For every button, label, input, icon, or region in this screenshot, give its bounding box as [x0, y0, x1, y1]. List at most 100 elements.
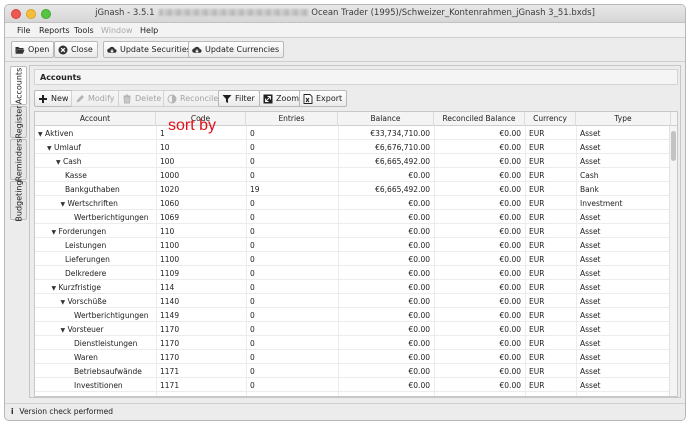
- cell-type: Bank: [580, 184, 599, 194]
- menu-file[interactable]: File: [17, 26, 30, 35]
- scrollbar-thumb[interactable]: [671, 131, 676, 161]
- table-row[interactable]: ▼ Wertschriften 1060 0 €0.00 €0.00 EUR Investme…: [35, 196, 671, 210]
- cell-account: Dienstleistungen: [35, 336, 156, 350]
- table-row[interactable]: Verrechnungssteuerfor...11760€0.00€0.00E…: [35, 392, 671, 397]
- pencil-icon: [75, 94, 85, 104]
- filter-button[interactable]: Filter: [218, 90, 260, 107]
- new-label: New: [51, 94, 69, 103]
- tab-accounts[interactable]: Accounts: [10, 66, 27, 105]
- update-securities-button[interactable]: Update Securities: [103, 41, 196, 58]
- modify-account-button[interactable]: Modify: [71, 90, 120, 107]
- accounts-toolbar: New Modify Delete Reconcile Filter Zoom …: [30, 88, 680, 110]
- cell-code: 1000: [160, 170, 180, 180]
- expand-triangle-icon[interactable]: ▼: [61, 201, 68, 208]
- cell-entries: 0: [250, 198, 255, 208]
- table-row[interactable]: ▼ Umlauf 10 0 €6,676,710.00 €0.00 EUR Asset: [35, 140, 671, 154]
- column-header-entries[interactable]: Entries: [246, 112, 338, 126]
- menu-help[interactable]: Help: [140, 26, 158, 35]
- cell-account: ▼ Wertschriften: [35, 196, 156, 210]
- table-row[interactable]: Bankguthaben 1020 19 €6,665,492.00 €0.00 EUR B…: [35, 182, 671, 196]
- table-row[interactable]: Wertberichtigungen 1149 0 €0.00 €0.00 EUR Asse…: [35, 308, 671, 322]
- column-header-reconciled-balance[interactable]: Reconciled Balance: [434, 112, 525, 126]
- table-row[interactable]: Leistungen 1100 0 €0.00 €0.00 EUR Asset: [35, 238, 671, 252]
- cell-type: Asset: [580, 226, 601, 236]
- open-button[interactable]: Open: [11, 41, 55, 58]
- expand-triangle-icon[interactable]: ▼: [61, 299, 68, 306]
- table-row[interactable]: ▼ Cash 100 0 €6,665,492.00 €0.00 EUR Asset: [35, 154, 671, 168]
- cell-currency: EUR: [529, 254, 545, 264]
- menu-tools[interactable]: Tools: [74, 26, 94, 35]
- cell-currency: EUR: [529, 142, 545, 152]
- column-header-type[interactable]: Type: [576, 112, 671, 126]
- cell-reconciled: €0.00: [499, 226, 521, 236]
- column-header-account[interactable]: Account: [35, 112, 156, 126]
- table-header: Account Code Entries Balance Reconciled …: [35, 112, 677, 126]
- expand-triangle-icon[interactable]: ▼: [61, 327, 68, 334]
- table-row[interactable]: ▼ Kurzfristige 114 0 €0.00 €0.00 EUR Asset: [35, 280, 671, 294]
- cell-entries: 0: [250, 338, 255, 348]
- table-row[interactable]: Waren 1170 0 €0.00 €0.00 EUR Asset: [35, 350, 671, 364]
- cell-currency: EUR: [529, 240, 545, 250]
- table-row[interactable]: Betriebsaufwände 1171 0 €0.00 €0.00 EUR Asset: [35, 364, 671, 378]
- cell-account: Wertberichtigungen: [35, 308, 156, 322]
- table-row[interactable]: ▼ Aktiven 1 0 €33,734,710.00 €0.00 EUR Asset: [35, 126, 671, 140]
- table-row[interactable]: Delkredere 1109 0 €0.00 €0.00 EUR Asset: [35, 266, 671, 280]
- expand-triangle-icon[interactable]: ▼: [47, 145, 54, 152]
- account-name: Verrechnungssteuerfor...: [65, 395, 156, 397]
- delete-account-button[interactable]: Delete: [118, 90, 167, 107]
- expand-triangle-icon[interactable]: ▼: [52, 229, 59, 236]
- table-row[interactable]: Investitionen 1171 0 €0.00 €0.00 EUR Asset: [35, 378, 671, 392]
- export-button[interactable]: Export: [299, 90, 348, 107]
- cell-currency: EUR: [529, 338, 545, 348]
- vertical-scrollbar[interactable]: [669, 126, 677, 396]
- new-account-button[interactable]: New: [34, 90, 74, 107]
- table-row[interactable]: Lieferungen 1100 0 €0.00 €0.00 EUR Asset: [35, 252, 671, 266]
- reconcile-button[interactable]: Reconcile: [163, 90, 224, 107]
- cell-currency: EUR: [529, 226, 545, 236]
- table-row[interactable]: ▼ Forderungen 110 0 €0.00 €0.00 EUR Asset: [35, 224, 671, 238]
- cell-balance: €0.00: [408, 296, 430, 306]
- expand-triangle-icon[interactable]: ▼: [52, 285, 59, 292]
- account-name: Betriebsaufwände: [74, 366, 142, 376]
- close-button[interactable]: Close: [54, 41, 98, 58]
- menu-reports[interactable]: Reports: [39, 26, 70, 35]
- window-title-file: Ocean Trader (1995)/Schweizer_Kontenrahm…: [311, 8, 595, 18]
- sort-by-annotation: sort by: [168, 117, 217, 134]
- column-header-currency[interactable]: Currency: [525, 112, 576, 126]
- table-row[interactable]: Dienstleistungen 1170 0 €0.00 €0.00 EUR Asset: [35, 336, 671, 350]
- expand-triangle-icon[interactable]: ▼: [56, 159, 63, 166]
- open-label: Open: [28, 45, 50, 54]
- cell-account: ▼ Kurzfristige: [35, 280, 156, 294]
- cell-balance: €0.00: [408, 254, 430, 264]
- cell-account: ▼ Umlauf: [35, 140, 156, 154]
- expand-triangle-icon[interactable]: ▼: [38, 131, 45, 138]
- cell-balance: €0.00: [408, 226, 430, 236]
- redacted-path: [159, 9, 310, 16]
- cell-code: 1170: [160, 352, 180, 362]
- cell-balance: €0.00: [408, 310, 430, 320]
- cell-entries: 0: [250, 240, 255, 250]
- tab-reminders[interactable]: Reminders: [10, 138, 27, 181]
- menu-window[interactable]: Window: [101, 26, 133, 35]
- update-currencies-label: Update Currencies: [205, 45, 280, 54]
- cell-code: 110: [160, 226, 175, 236]
- tab-register[interactable]: Register: [10, 106, 27, 138]
- cell-code: 1069: [160, 212, 180, 222]
- tab-budgeting[interactable]: Budgeting: [10, 180, 27, 221]
- modify-label: Modify: [88, 94, 115, 103]
- account-name: Investitionen: [74, 380, 123, 390]
- update-currencies-button[interactable]: Update Currencies: [188, 41, 285, 58]
- cell-code: 1176: [160, 392, 246, 397]
- cell-currency: EUR: [529, 212, 545, 222]
- table-row[interactable]: ▼ Vorschüße 1140 0 €0.00 €0.00 EUR Asset: [35, 294, 671, 308]
- zoom-button[interactable]: Zoom: [259, 90, 305, 107]
- column-header-balance[interactable]: Balance: [338, 112, 434, 126]
- half-circle-icon: [167, 94, 177, 104]
- table-row[interactable]: Wertberichtigungen 1069 0 €0.00 €0.00 EUR Asse…: [35, 210, 671, 224]
- cell-account: Leistungen: [35, 238, 156, 252]
- cell-currency: EUR: [529, 156, 545, 166]
- cell-currency: EUR: [529, 296, 545, 306]
- cell-code: 1171: [160, 380, 180, 390]
- table-row[interactable]: Kasse 1000 0 €0.00 €0.00 EUR Cash: [35, 168, 671, 182]
- table-row[interactable]: ▼ Vorsteuer 1170 0 €0.00 €0.00 EUR Asset: [35, 322, 671, 336]
